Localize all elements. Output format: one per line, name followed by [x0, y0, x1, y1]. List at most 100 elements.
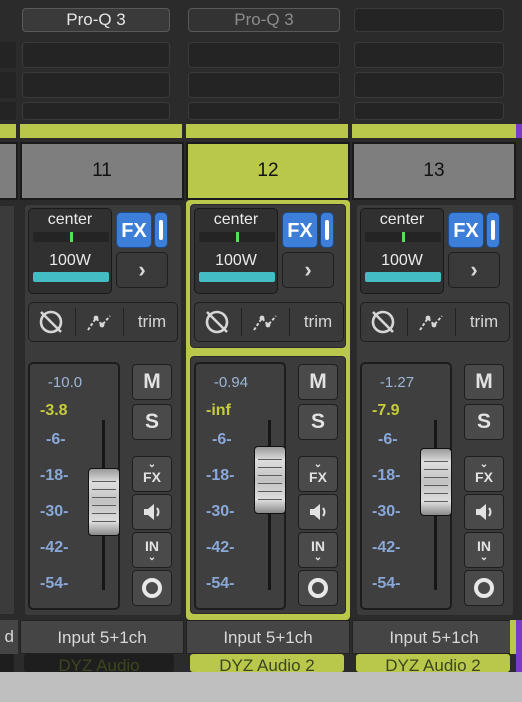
insert-slot-bypassed[interactable]: Pro-Q 3	[188, 8, 340, 32]
fx-view-button[interactable]: ⌄ FX	[464, 456, 504, 492]
insert-slot-empty[interactable]	[22, 102, 170, 120]
volume-fader-handle[interactable]	[254, 446, 286, 514]
solo-button[interactable]: S	[464, 404, 504, 440]
track-number-header[interactable]: 11	[20, 142, 184, 200]
bottom-send-slot[interactable]: DYZ Audio	[24, 654, 174, 672]
input-monitor-label: IN	[145, 538, 159, 554]
right-edge-strip	[516, 620, 522, 672]
pan-volume-box[interactable]: center 100W	[28, 208, 112, 294]
scale-label: -54-	[40, 575, 69, 592]
insert-slot[interactable]: Pro-Q 3	[22, 8, 170, 32]
bottom-send-slot[interactable]: DYZ Audio 2	[190, 654, 344, 672]
scale-label: -6-	[46, 431, 66, 448]
fader-meter-box: -0.94 -inf -6- -18- -30- -42- -54-	[194, 362, 286, 610]
scale-label: -30-	[372, 503, 401, 520]
insert-slot-empty[interactable]	[188, 102, 340, 120]
track-number-header[interactable]: 12	[186, 142, 350, 200]
insert-slot-empty[interactable]	[188, 72, 340, 98]
trim-button[interactable]: trim	[291, 303, 345, 341]
scale-label: -6-	[212, 431, 232, 448]
input-monitor-button[interactable]: IN ⌄	[298, 532, 338, 568]
phase-invert-icon[interactable]	[29, 303, 73, 341]
input-monitor-button[interactable]: IN ⌄	[464, 532, 504, 568]
phase-invert-icon[interactable]	[361, 303, 405, 341]
input-monitor-button[interactable]: IN ⌄	[132, 532, 172, 568]
scale-label: -30-	[40, 503, 69, 520]
phase-invert-icon[interactable]	[195, 303, 239, 341]
record-arm-icon[interactable]	[298, 570, 338, 606]
mute-button[interactable]: M	[298, 364, 338, 400]
button-column: M S ⌄ FX IN ⌄	[296, 362, 340, 610]
fx-toggle[interactable]	[154, 212, 168, 248]
tool-row: trim	[194, 302, 344, 342]
track-color-bar	[20, 124, 182, 138]
fx-toggle[interactable]	[486, 212, 500, 248]
left-color-bar	[0, 124, 16, 138]
input-routing-label[interactable]: Input 5+1ch	[20, 620, 184, 654]
mute-button[interactable]: M	[132, 364, 172, 400]
partial-left-strip: d	[0, 0, 20, 672]
channel-strip-11: Pro-Q 3 11 center 100W FX › trim -10.0 -…	[20, 0, 184, 672]
volume-label: 100W	[215, 252, 257, 269]
pan-volume-box[interactable]: center 100W	[194, 208, 278, 294]
insert-slot-empty[interactable]	[354, 102, 504, 120]
fx-button[interactable]: FX	[448, 212, 484, 248]
bottom-send-slot[interactable]: DYZ Audio 2	[356, 654, 510, 672]
volume-fader-handle[interactable]	[88, 468, 120, 536]
speaker-icon[interactable]	[132, 494, 172, 530]
left-input-label: d	[0, 620, 18, 654]
bottom-bar	[0, 672, 522, 702]
fx-toggle[interactable]	[320, 212, 334, 248]
expand-chevron-button[interactable]: ›	[282, 252, 334, 288]
peak-readout: -1.27	[379, 374, 415, 391]
fx-view-button[interactable]: ⌄ FX	[298, 456, 338, 492]
fx-button[interactable]: FX	[116, 212, 152, 248]
speaker-icon[interactable]	[298, 494, 338, 530]
fx-view-label: FX	[143, 469, 161, 485]
level-readout: -3.8	[40, 402, 68, 419]
solo-button[interactable]: S	[132, 404, 172, 440]
pan-label: center	[47, 211, 93, 228]
input-routing-label[interactable]: Input 5+1ch	[352, 620, 516, 654]
volume-bar[interactable]	[33, 272, 109, 282]
insert-slot-empty[interactable]	[354, 72, 504, 98]
channel-strip-13: 13 center 100W FX › trim -1.27 -7.9 -6- …	[352, 0, 516, 672]
mute-button[interactable]: M	[464, 364, 504, 400]
fader-meter-box: -1.27 -7.9 -6- -18- -30- -42- -54-	[360, 362, 452, 610]
expand-chevron-button[interactable]: ›	[448, 252, 500, 288]
trim-button[interactable]: trim	[125, 303, 179, 341]
track-number-header[interactable]: 13	[352, 142, 516, 200]
scale-label: -42-	[40, 539, 69, 556]
pan-slider[interactable]	[33, 232, 109, 242]
solo-button[interactable]: S	[298, 404, 338, 440]
fx-button[interactable]: FX	[282, 212, 318, 248]
level-readout: -7.9	[372, 402, 400, 419]
insert-slot-empty[interactable]	[354, 42, 504, 68]
left-bottom-slot	[0, 654, 14, 672]
pan-slider[interactable]	[365, 232, 441, 242]
fx-view-label: FX	[475, 469, 493, 485]
automation-icon[interactable]	[77, 303, 121, 341]
pan-slider[interactable]	[199, 232, 275, 242]
fader-meter-box: -10.0 -3.8 -6- -18- -30- -42- -54-	[28, 362, 120, 610]
volume-fader-handle[interactable]	[420, 448, 452, 516]
volume-bar[interactable]	[199, 272, 275, 282]
insert-slot-empty[interactable]	[22, 42, 170, 68]
volume-bar[interactable]	[365, 272, 441, 282]
input-routing-label[interactable]: Input 5+1ch	[186, 620, 350, 654]
scale-label: -42-	[206, 539, 235, 556]
record-arm-icon[interactable]	[464, 570, 504, 606]
record-arm-icon[interactable]	[132, 570, 172, 606]
pan-volume-box[interactable]: center 100W	[360, 208, 444, 294]
right-edge-strip	[516, 124, 522, 138]
speaker-icon[interactable]	[464, 494, 504, 530]
insert-slot-empty[interactable]	[22, 72, 170, 98]
trim-button[interactable]: trim	[457, 303, 511, 341]
automation-icon[interactable]	[409, 303, 453, 341]
automation-icon[interactable]	[243, 303, 287, 341]
insert-slot-empty[interactable]	[354, 8, 504, 32]
insert-slot-empty[interactable]	[188, 42, 340, 68]
fx-view-button[interactable]: ⌄ FX	[132, 456, 172, 492]
button-column: M S ⌄ FX IN ⌄	[462, 362, 506, 610]
expand-chevron-button[interactable]: ›	[116, 252, 168, 288]
